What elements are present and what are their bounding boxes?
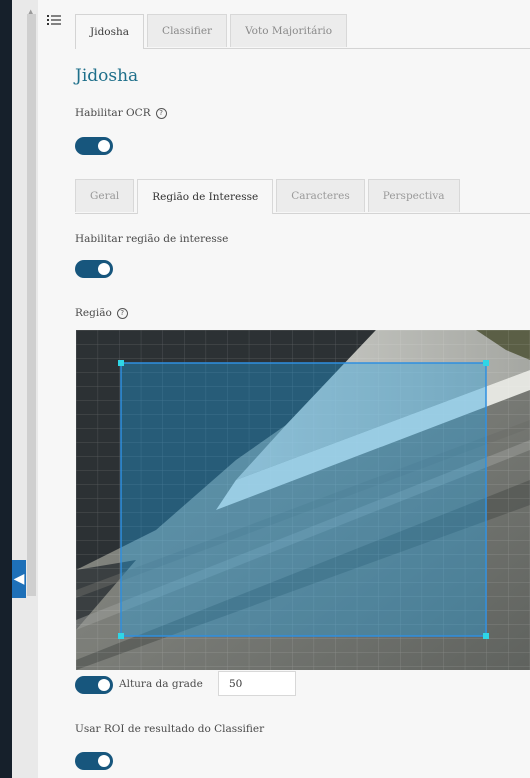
- toggle-knob: [98, 263, 110, 275]
- grid-label: Altura da grade: [119, 678, 203, 690]
- help-icon[interactable]: ?: [155, 107, 167, 119]
- tab-jidosha[interactable]: Jidosha: [75, 14, 145, 49]
- scrollbar[interactable]: [27, 14, 36, 596]
- region-editor[interactable]: [76, 330, 530, 670]
- camera-frame-image: [76, 330, 530, 670]
- roi-selection-rect[interactable]: [120, 362, 487, 637]
- menu-icon[interactable]: [47, 14, 61, 26]
- section-title: Jidosha: [75, 66, 139, 86]
- subtab-caracteres[interactable]: Caracteres: [276, 179, 365, 212]
- toggle-knob: [98, 679, 110, 691]
- grid-toggle[interactable]: [75, 676, 113, 694]
- roi-label: Habilitar região de interesse: [75, 233, 228, 245]
- ocr-label: Habilitar OCR ?: [75, 107, 167, 119]
- subtab-regiao-de-interesse[interactable]: Região de Interesse: [137, 179, 274, 214]
- chevron-left-icon: ◀: [13, 571, 25, 587]
- toggle-knob: [98, 755, 110, 767]
- settings-panel: Jidosha Classifier Voto Majoritário Jido…: [62, 0, 530, 778]
- tab-voto-majoritario[interactable]: Voto Majoritário: [230, 14, 348, 47]
- roi-toggle[interactable]: [75, 260, 113, 278]
- collapse-panel-button[interactable]: ◀: [12, 560, 26, 598]
- tab-classifier[interactable]: Classifier: [147, 14, 228, 47]
- ocr-toggle[interactable]: [75, 137, 113, 155]
- ocr-label-text: Habilitar OCR: [75, 107, 151, 119]
- classifier-roi-toggle[interactable]: [75, 752, 113, 770]
- help-icon[interactable]: ?: [116, 307, 128, 319]
- subtab-perspectiva[interactable]: Perspectiva: [367, 179, 460, 212]
- roi-handle-bottom-left[interactable]: [118, 633, 124, 639]
- grid-label-text: Altura da grade: [119, 678, 203, 690]
- classifier-roi-label-text: Usar ROI de resultado do Classifier: [75, 723, 265, 735]
- grid-height-input[interactable]: [218, 671, 296, 696]
- roi-handle-top-left[interactable]: [118, 360, 124, 366]
- classifier-roi-label: Usar ROI de resultado do Classifier: [75, 723, 264, 735]
- roi-label-text: Habilitar região de interesse: [75, 233, 229, 245]
- subtab-geral[interactable]: Geral: [75, 179, 135, 212]
- sub-tabs: Geral Região de Interesse Caracteres Per…: [75, 179, 530, 214]
- region-label: Região ?: [75, 307, 128, 319]
- region-label-text: Região: [75, 307, 112, 319]
- top-tabs: Jidosha Classifier Voto Majoritário: [75, 14, 530, 49]
- roi-handle-top-right[interactable]: [483, 360, 489, 366]
- app-sidebar-strip: [0, 0, 12, 778]
- toggle-knob: [98, 140, 110, 152]
- roi-handle-bottom-right[interactable]: [483, 633, 489, 639]
